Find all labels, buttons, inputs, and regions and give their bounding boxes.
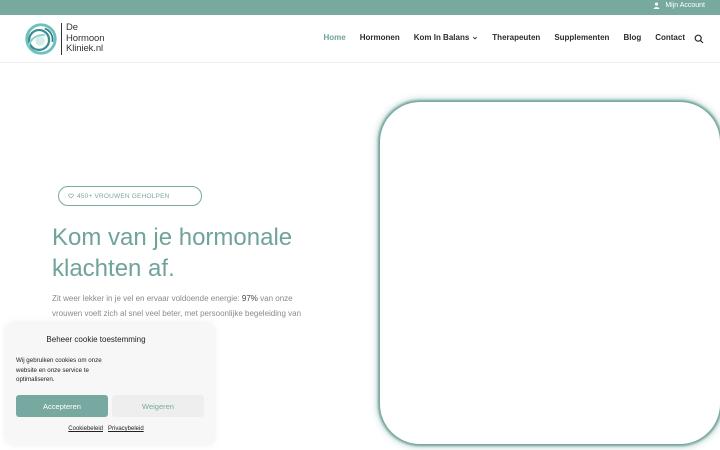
hero-description-highlight: 97% (241, 294, 258, 303)
site-header: De Hormoon Kliniek.nl Home Hormonen Kom … (0, 15, 720, 63)
nav-item-blog[interactable]: Blog (623, 33, 641, 42)
cookie-links: Cookiebeleid Privacybeleid (6, 426, 206, 432)
search-button[interactable] (694, 34, 704, 44)
hero-image-frame (380, 102, 720, 444)
logo-line-3: Kliniek.nl (66, 43, 104, 55)
deny-cookies-button[interactable]: Weigeren (112, 395, 204, 417)
nav-item-contact[interactable]: Contact (655, 33, 685, 42)
cookie-text: Wij gebruiken cookies om onze website en… (16, 357, 102, 383)
accept-cookies-button[interactable]: Accepteren (16, 395, 108, 417)
nav-item-supplementen[interactable]: Supplementen (554, 33, 609, 42)
top-bar: Mijn Account (0, 0, 720, 15)
main-nav: Home Hormonen Kom In Balans Therapeuten … (323, 33, 685, 42)
women-helped-badge: 450+ VROUWEN GEHOLPEN (58, 186, 202, 206)
hero-title-line-1: Kom van je hormonale (52, 224, 293, 251)
search-icon (694, 34, 704, 44)
cookie-policy-link[interactable]: Cookiebeleid (68, 426, 103, 432)
account-label: Mijn Account (665, 2, 705, 9)
cookie-consent-banner: Beheer cookie toestemming Wij gebruiken … (6, 323, 214, 444)
nav-item-therapeuten[interactable]: Therapeuten (492, 33, 540, 42)
logo-divider (61, 23, 62, 55)
hero-title-line-2: klachten af. (52, 255, 175, 282)
nav-item-kom-in-balans[interactable]: Kom In Balans (414, 33, 479, 42)
privacy-policy-link[interactable]: Privacybeleid (108, 426, 144, 432)
hero-title: Kom van je hormonale klachten af. (52, 222, 352, 284)
cookie-title: Beheer cookie toestemming (46, 335, 146, 344)
hero-description-start: Zit weer lekker in je vel en ervaar vold… (52, 294, 242, 303)
logo-wordmark: De Hormoon Kliniek.nl (66, 23, 104, 55)
hero-description: Zit weer lekker in je vel en ervaar vold… (52, 291, 302, 321)
logo-mark-icon (25, 23, 57, 55)
chevron-down-icon (473, 36, 478, 40)
user-icon (654, 2, 660, 9)
badge-label: 450+ VROUWEN GEHOLPEN (77, 192, 170, 200)
nav-item-home[interactable]: Home (323, 33, 345, 42)
nav-item-hormonen[interactable]: Hormonen (360, 33, 400, 42)
account-link[interactable]: Mijn Account (653, 2, 705, 9)
heart-icon (68, 193, 74, 199)
site-logo[interactable]: De Hormoon Kliniek.nl (22, 20, 104, 58)
nav-item-kom-in-balans-label: Kom In Balans (413, 33, 470, 42)
